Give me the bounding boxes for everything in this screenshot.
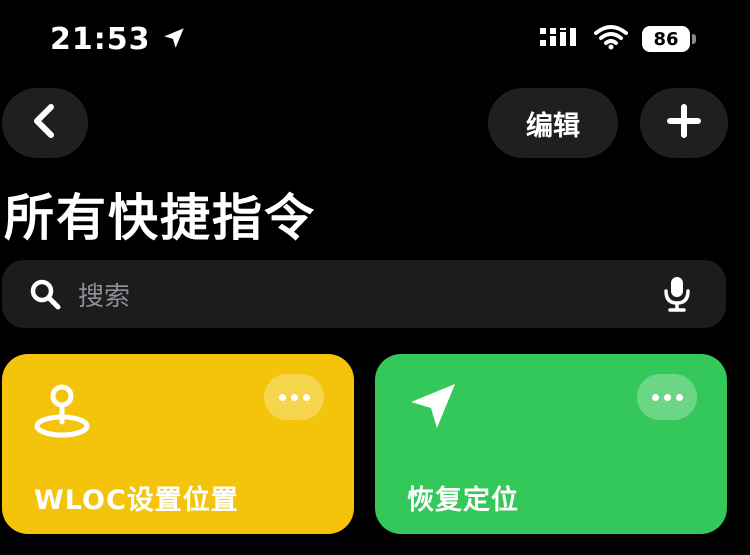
- edit-button[interactable]: 编辑: [488, 88, 618, 158]
- shortcut-label: 恢复定位: [407, 485, 519, 516]
- battery-tip: [692, 34, 696, 44]
- search-placeholder: 搜索: [78, 281, 131, 312]
- more-dot: [663, 393, 671, 401]
- location-pin-icon: [32, 378, 96, 446]
- location-arrow-icon: [405, 378, 461, 438]
- back-button[interactable]: [2, 88, 88, 158]
- more-dot: [290, 393, 298, 401]
- add-button[interactable]: [640, 88, 728, 158]
- time-group: 21:53: [50, 22, 187, 57]
- shortcut-label: WLOC设置位置: [34, 485, 239, 516]
- page-title: 所有快捷指令: [4, 189, 316, 247]
- more-options-button[interactable]: [637, 374, 697, 420]
- shortcut-card-wloc[interactable]: WLOC设置位置: [2, 354, 354, 534]
- status-indicators: 86: [540, 24, 696, 54]
- battery-indicator: 86: [642, 26, 696, 52]
- battery-level: 86: [653, 28, 679, 50]
- wifi-icon: [594, 24, 628, 54]
- more-dot: [302, 393, 310, 401]
- status-time: 21:53: [50, 22, 151, 57]
- search-icon: [28, 277, 62, 311]
- shortcut-card-restore-location[interactable]: 恢复定位: [375, 354, 727, 534]
- more-dot: [675, 393, 683, 401]
- cellular-signal-icon: [540, 26, 580, 52]
- status-bar: 21:53 86: [0, 0, 750, 80]
- location-arrow-icon: [161, 25, 187, 55]
- more-dot: [278, 393, 286, 401]
- more-dot: [651, 393, 659, 401]
- more-options-button[interactable]: [264, 374, 324, 420]
- plus-icon: [666, 103, 702, 143]
- chevron-left-icon: [30, 104, 60, 142]
- search-input[interactable]: 搜索: [2, 260, 726, 328]
- microphone-icon[interactable]: [662, 275, 692, 313]
